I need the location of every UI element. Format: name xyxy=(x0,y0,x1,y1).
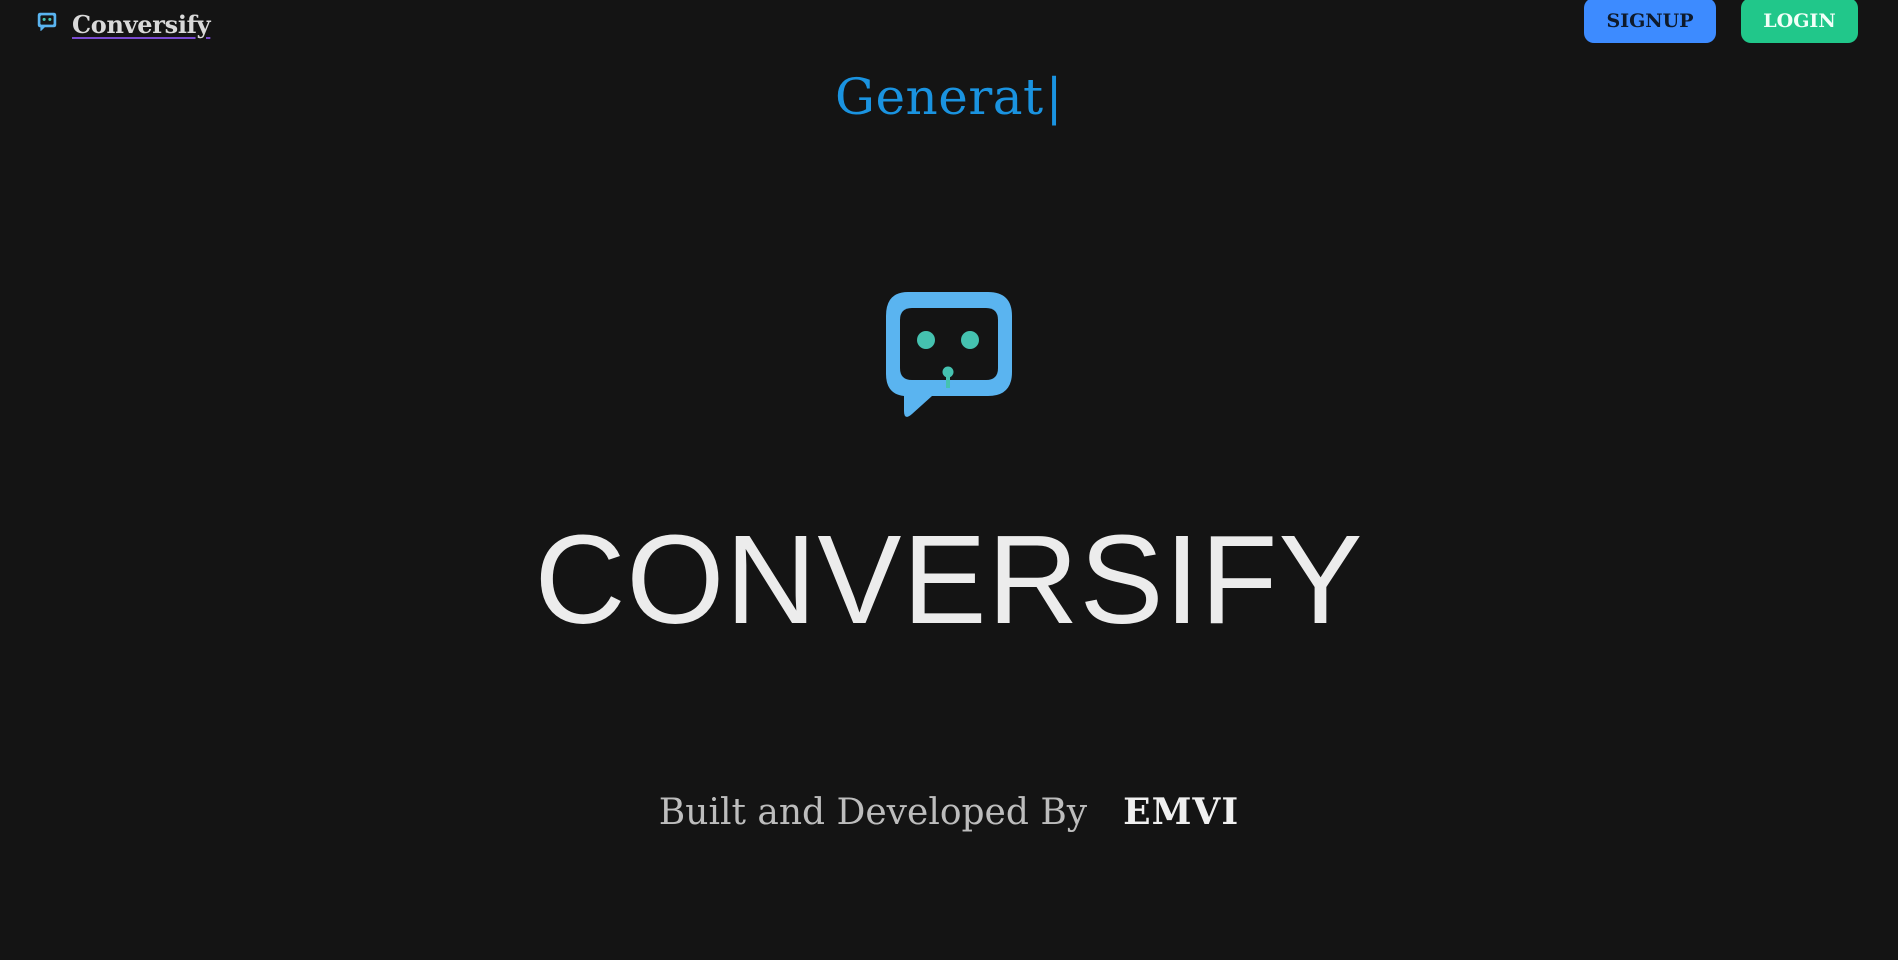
credits-label: Built and Developed By xyxy=(658,792,1088,833)
credits-line: Built and Developed By EMVI xyxy=(0,786,1898,839)
landing-page: Conversify SIGNUP LOGIN Generat| CONVERS… xyxy=(0,0,1898,960)
brand-name: Conversify xyxy=(72,9,211,39)
chatbot-logo-icon xyxy=(884,290,1014,420)
login-button[interactable]: LOGIN xyxy=(1741,0,1858,43)
brand-link[interactable]: Conversify xyxy=(36,6,211,42)
chatbot-icon xyxy=(36,11,58,33)
credits-author: EMVI xyxy=(1123,791,1240,833)
hero-title: CONVERSIFY xyxy=(534,509,1364,650)
typed-text: Generat xyxy=(835,68,1044,126)
typing-caret: | xyxy=(1045,68,1063,126)
signup-button[interactable]: SIGNUP xyxy=(1584,0,1716,43)
typewriter-text: Generat| xyxy=(0,62,1898,132)
